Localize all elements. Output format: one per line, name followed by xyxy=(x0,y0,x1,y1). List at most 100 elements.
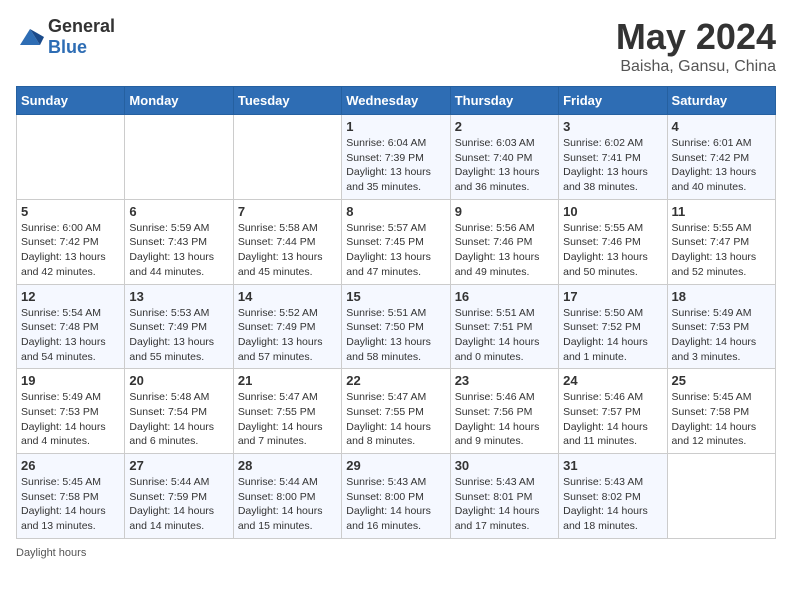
day-number: 23 xyxy=(455,373,554,388)
month-year: May 2024 xyxy=(616,16,776,58)
calendar-cell: 29 Sunrise: 5:43 AM Sunset: 8:00 PM Dayli… xyxy=(342,454,450,539)
day-number: 10 xyxy=(563,204,662,219)
day-number: 15 xyxy=(346,289,445,304)
calendar-day-header: Tuesday xyxy=(233,87,341,115)
calendar-week-row: 12 Sunrise: 5:54 AM Sunset: 7:48 PM Dayli… xyxy=(17,284,776,369)
day-number: 2 xyxy=(455,119,554,134)
day-number: 30 xyxy=(455,458,554,473)
calendar-cell: 28 Sunrise: 5:44 AM Sunset: 8:00 PM Dayli… xyxy=(233,454,341,539)
calendar-footer: Daylight hours xyxy=(16,547,776,559)
day-info: Sunrise: 5:43 AM Sunset: 8:02 PM Dayligh… xyxy=(563,475,662,534)
day-info: Sunrise: 5:47 AM Sunset: 7:55 PM Dayligh… xyxy=(238,390,337,449)
day-info: Sunrise: 5:50 AM Sunset: 7:52 PM Dayligh… xyxy=(563,306,662,365)
day-number: 26 xyxy=(21,458,120,473)
calendar-cell: 15 Sunrise: 5:51 AM Sunset: 7:50 PM Dayli… xyxy=(342,284,450,369)
day-number: 18 xyxy=(672,289,771,304)
day-info: Sunrise: 5:59 AM Sunset: 7:43 PM Dayligh… xyxy=(129,221,228,280)
day-info: Sunrise: 5:45 AM Sunset: 7:58 PM Dayligh… xyxy=(672,390,771,449)
calendar-cell: 1 Sunrise: 6:04 AM Sunset: 7:39 PM Daylig… xyxy=(342,115,450,200)
day-number: 1 xyxy=(346,119,445,134)
day-info: Sunrise: 5:56 AM Sunset: 7:46 PM Dayligh… xyxy=(455,221,554,280)
day-info: Sunrise: 5:49 AM Sunset: 7:53 PM Dayligh… xyxy=(21,390,120,449)
day-info: Sunrise: 5:44 AM Sunset: 8:00 PM Dayligh… xyxy=(238,475,337,534)
page-header: General Blue May 2024 Baisha, Gansu, Chi… xyxy=(16,16,776,76)
day-info: Sunrise: 5:58 AM Sunset: 7:44 PM Dayligh… xyxy=(238,221,337,280)
day-number: 5 xyxy=(21,204,120,219)
calendar-week-row: 26Sunrise: 5:45 AM Sunset: 7:58 PM Dayli… xyxy=(17,454,776,539)
calendar-week-row: 1 Sunrise: 6:04 AM Sunset: 7:39 PM Daylig… xyxy=(17,115,776,200)
calendar-cell: 9Sunrise: 5:56 AM Sunset: 7:46 PM Daylig… xyxy=(450,199,558,284)
calendar-cell: 19 Sunrise: 5:49 AM Sunset: 7:53 PM Dayli… xyxy=(17,369,125,454)
day-number: 14 xyxy=(238,289,337,304)
calendar-cell: 27 Sunrise: 5:44 AM Sunset: 7:59 PM Dayli… xyxy=(125,454,233,539)
calendar-header-row: SundayMondayTuesdayWednesdayThursdayFrid… xyxy=(17,87,776,115)
day-number: 7 xyxy=(238,204,337,219)
day-number: 28 xyxy=(238,458,337,473)
calendar-cell: 10 Sunrise: 5:55 AM Sunset: 7:46 PM Dayli… xyxy=(559,199,667,284)
day-info: Sunrise: 6:04 AM Sunset: 7:39 PM Dayligh… xyxy=(346,136,445,195)
day-info: Sunrise: 6:03 AM Sunset: 7:40 PM Dayligh… xyxy=(455,136,554,195)
calendar-cell: 30Sunrise: 5:43 AM Sunset: 8:01 PM Dayli… xyxy=(450,454,558,539)
calendar-day-header: Monday xyxy=(125,87,233,115)
daylight-hours-label: Daylight hours xyxy=(16,547,86,559)
logo-blue: Blue xyxy=(48,37,87,57)
day-info: Sunrise: 5:55 AM Sunset: 7:46 PM Dayligh… xyxy=(563,221,662,280)
calendar-cell: 8Sunrise: 5:57 AM Sunset: 7:45 PM Daylig… xyxy=(342,199,450,284)
day-info: Sunrise: 5:48 AM Sunset: 7:54 PM Dayligh… xyxy=(129,390,228,449)
day-number: 29 xyxy=(346,458,445,473)
day-info: Sunrise: 6:00 AM Sunset: 7:42 PM Dayligh… xyxy=(21,221,120,280)
calendar-cell: 26Sunrise: 5:45 AM Sunset: 7:58 PM Dayli… xyxy=(17,454,125,539)
day-info: Sunrise: 5:46 AM Sunset: 7:57 PM Dayligh… xyxy=(563,390,662,449)
day-number: 6 xyxy=(129,204,228,219)
day-info: Sunrise: 5:51 AM Sunset: 7:50 PM Dayligh… xyxy=(346,306,445,365)
calendar-cell: 4Sunrise: 6:01 AM Sunset: 7:42 PM Daylig… xyxy=(667,115,775,200)
day-number: 20 xyxy=(129,373,228,388)
calendar-day-header: Friday xyxy=(559,87,667,115)
day-info: Sunrise: 5:46 AM Sunset: 7:56 PM Dayligh… xyxy=(455,390,554,449)
day-number: 12 xyxy=(21,289,120,304)
day-number: 24 xyxy=(563,373,662,388)
calendar-cell xyxy=(233,115,341,200)
day-info: Sunrise: 5:47 AM Sunset: 7:55 PM Dayligh… xyxy=(346,390,445,449)
calendar-cell: 7 Sunrise: 5:58 AM Sunset: 7:44 PM Daylig… xyxy=(233,199,341,284)
calendar-cell xyxy=(667,454,775,539)
day-number: 21 xyxy=(238,373,337,388)
day-info: Sunrise: 5:44 AM Sunset: 7:59 PM Dayligh… xyxy=(129,475,228,534)
day-info: Sunrise: 5:54 AM Sunset: 7:48 PM Dayligh… xyxy=(21,306,120,365)
day-info: Sunrise: 5:55 AM Sunset: 7:47 PM Dayligh… xyxy=(672,221,771,280)
calendar-cell xyxy=(17,115,125,200)
calendar-cell: 31 Sunrise: 5:43 AM Sunset: 8:02 PM Dayli… xyxy=(559,454,667,539)
title-block: May 2024 Baisha, Gansu, China xyxy=(616,16,776,76)
calendar-cell: 11 Sunrise: 5:55 AM Sunset: 7:47 PM Dayli… xyxy=(667,199,775,284)
day-number: 3 xyxy=(563,119,662,134)
calendar-cell: 14 Sunrise: 5:52 AM Sunset: 7:49 PM Dayli… xyxy=(233,284,341,369)
calendar-cell: 22 Sunrise: 5:47 AM Sunset: 7:55 PM Dayli… xyxy=(342,369,450,454)
day-number: 11 xyxy=(672,204,771,219)
day-number: 17 xyxy=(563,289,662,304)
calendar-day-header: Sunday xyxy=(17,87,125,115)
calendar-cell: 18Sunrise: 5:49 AM Sunset: 7:53 PM Dayli… xyxy=(667,284,775,369)
logo: General Blue xyxy=(16,16,115,58)
calendar-cell: 2 Sunrise: 6:03 AM Sunset: 7:40 PM Daylig… xyxy=(450,115,558,200)
location: Baisha, Gansu, China xyxy=(616,58,776,76)
logo-icon xyxy=(16,23,44,51)
calendar-cell: 17 Sunrise: 5:50 AM Sunset: 7:52 PM Dayli… xyxy=(559,284,667,369)
day-number: 31 xyxy=(563,458,662,473)
calendar-cell: 25Sunrise: 5:45 AM Sunset: 7:58 PM Dayli… xyxy=(667,369,775,454)
calendar-cell: 6 Sunrise: 5:59 AM Sunset: 7:43 PM Daylig… xyxy=(125,199,233,284)
day-info: Sunrise: 5:43 AM Sunset: 8:00 PM Dayligh… xyxy=(346,475,445,534)
day-number: 19 xyxy=(21,373,120,388)
logo-text: General Blue xyxy=(48,16,115,58)
calendar-cell: 24 Sunrise: 5:46 AM Sunset: 7:57 PM Dayli… xyxy=(559,369,667,454)
day-info: Sunrise: 5:53 AM Sunset: 7:49 PM Dayligh… xyxy=(129,306,228,365)
day-number: 16 xyxy=(455,289,554,304)
logo-general: General xyxy=(48,16,115,36)
calendar-cell: 21 Sunrise: 5:47 AM Sunset: 7:55 PM Dayli… xyxy=(233,369,341,454)
day-number: 22 xyxy=(346,373,445,388)
day-number: 27 xyxy=(129,458,228,473)
calendar-cell: 3Sunrise: 6:02 AM Sunset: 7:41 PM Daylig… xyxy=(559,115,667,200)
day-info: Sunrise: 5:52 AM Sunset: 7:49 PM Dayligh… xyxy=(238,306,337,365)
calendar-cell: 23 Sunrise: 5:46 AM Sunset: 7:56 PM Dayli… xyxy=(450,369,558,454)
calendar-cell: 20 Sunrise: 5:48 AM Sunset: 7:54 PM Dayli… xyxy=(125,369,233,454)
calendar-cell: 16Sunrise: 5:51 AM Sunset: 7:51 PM Dayli… xyxy=(450,284,558,369)
